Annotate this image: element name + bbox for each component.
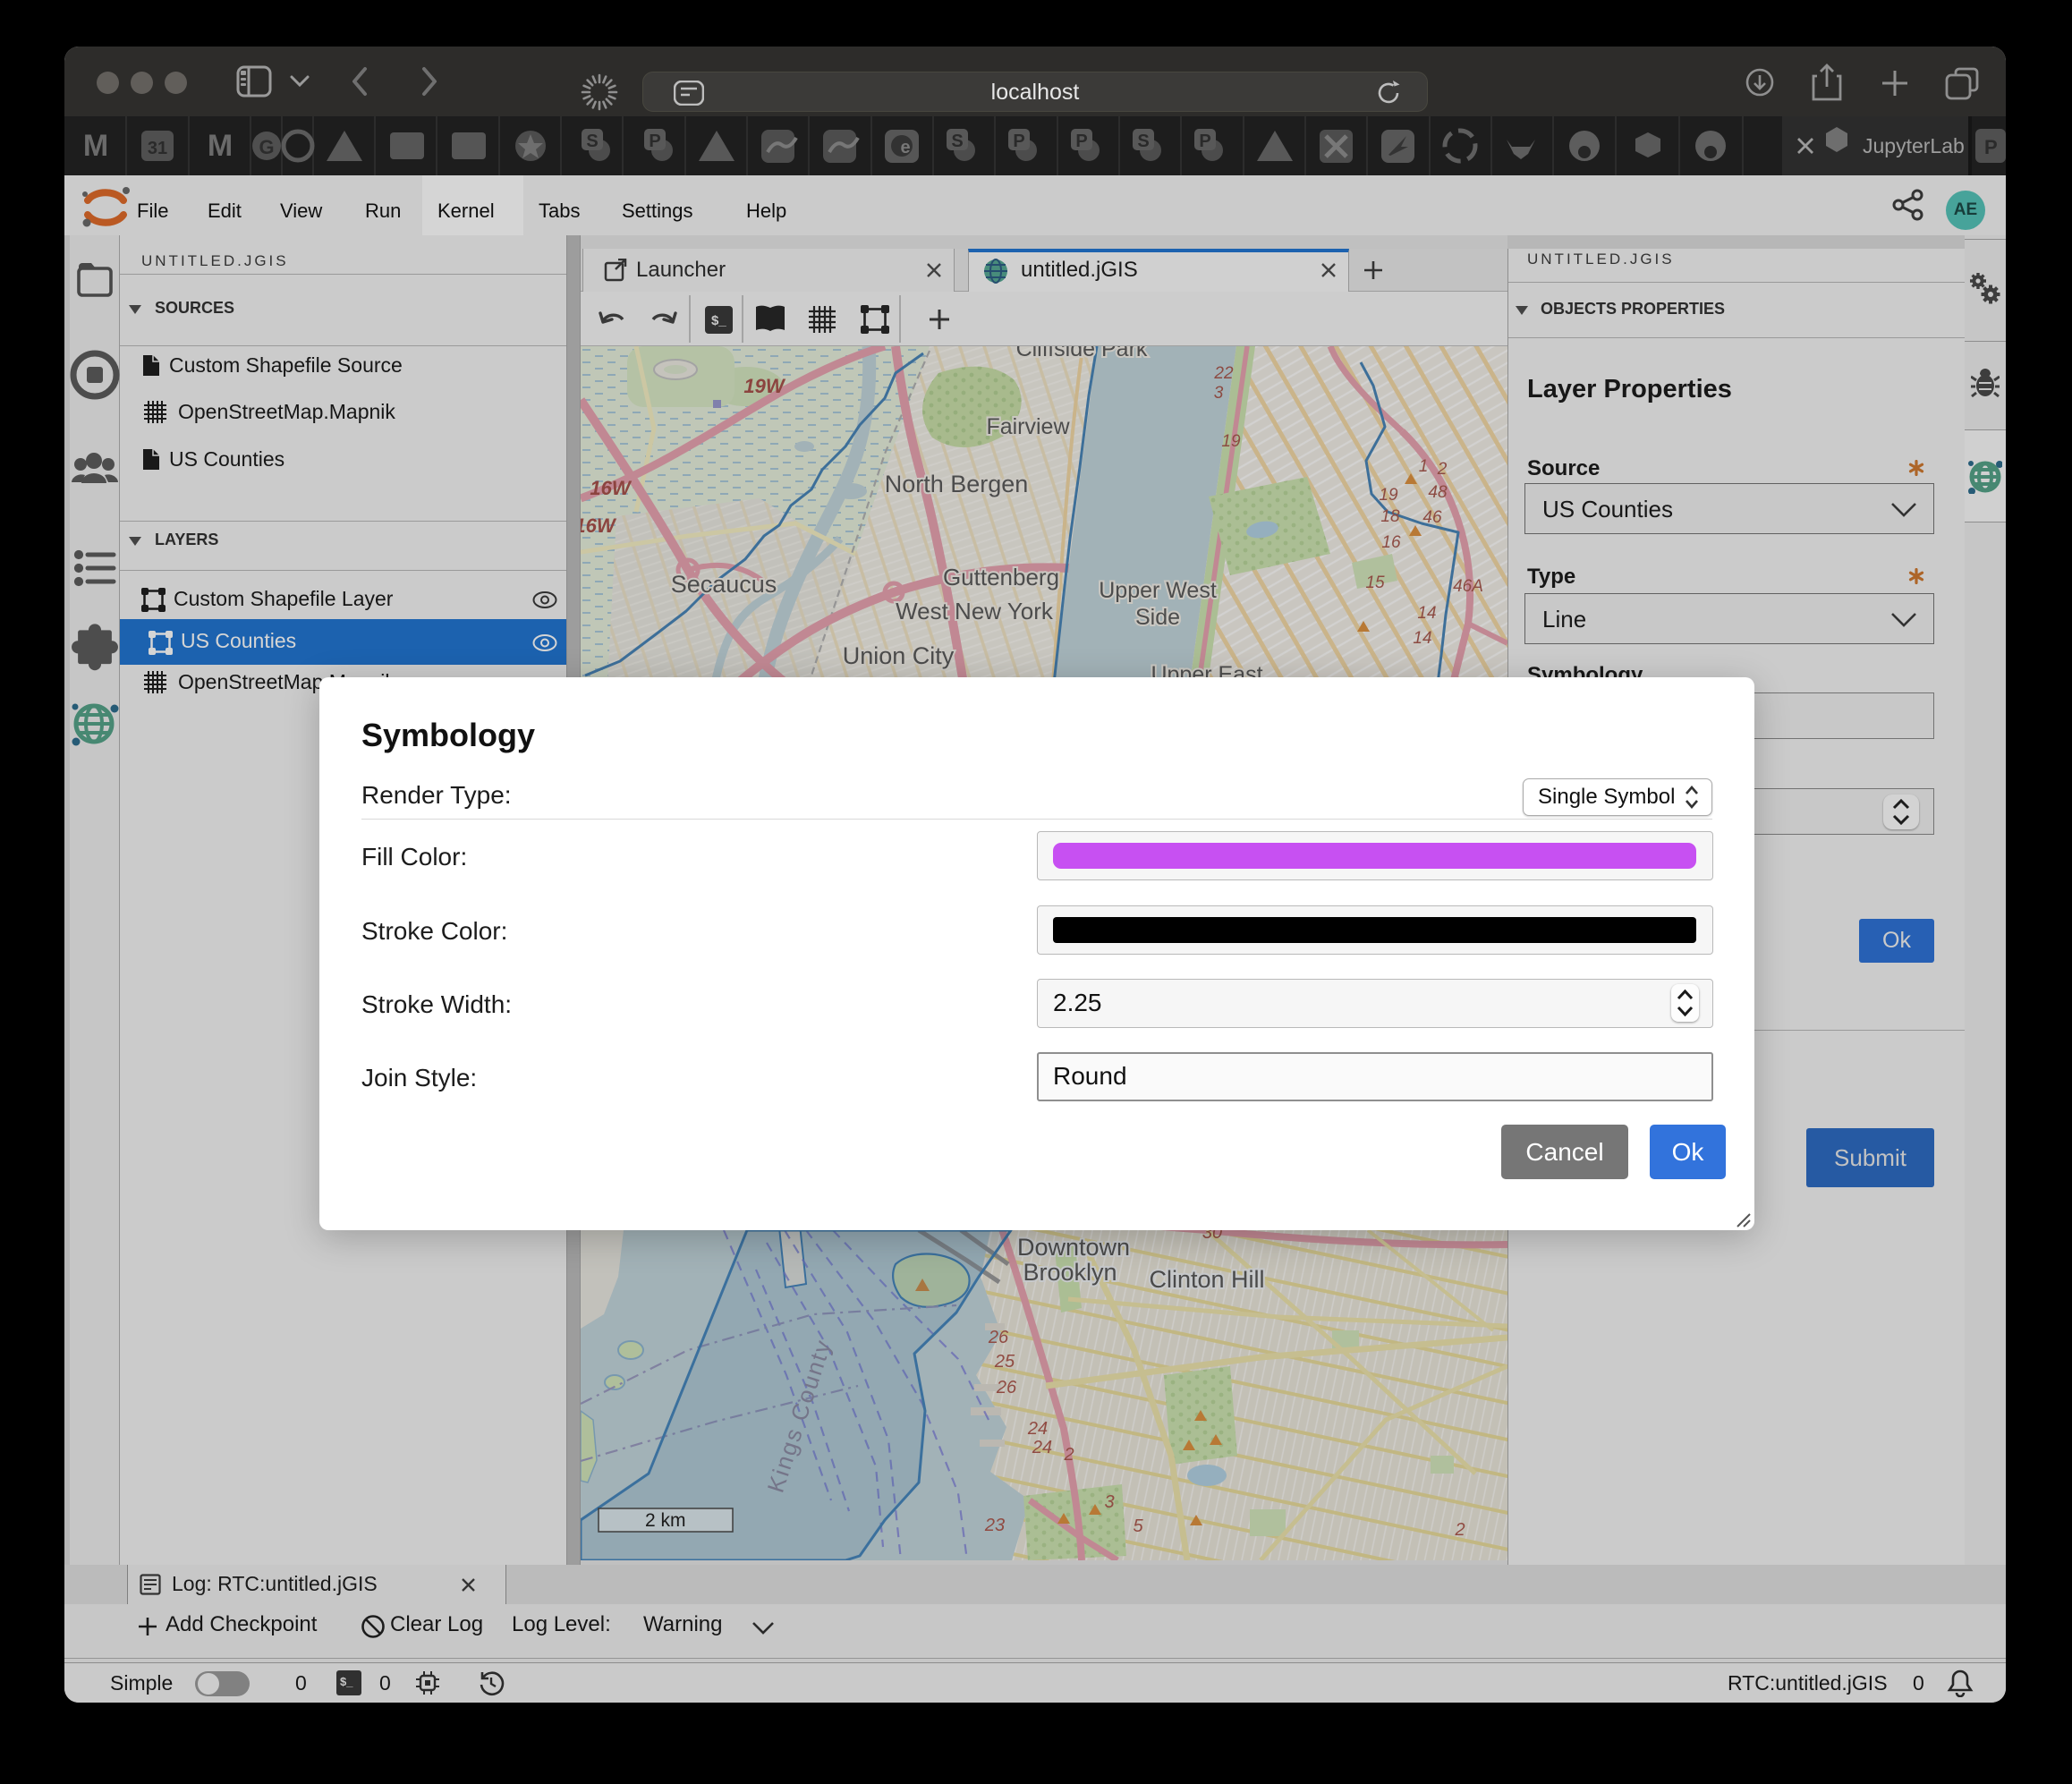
svg-text:e: e (900, 138, 910, 157)
svg-text:P: P (1075, 132, 1087, 151)
svg-text:S: S (586, 132, 598, 151)
svg-text:JupyterLab: JupyterLab (1863, 134, 1965, 157)
svg-text:M: M (83, 129, 108, 163)
svg-text:P: P (1984, 136, 1998, 158)
svg-text:P: P (649, 132, 660, 151)
svg-text:S: S (951, 132, 963, 151)
svg-text:S: S (1137, 132, 1149, 151)
svg-text:G: G (259, 136, 274, 158)
svg-text:P: P (1199, 132, 1210, 151)
svg-text:P: P (1013, 132, 1024, 151)
svg-text:M: M (208, 129, 233, 163)
svg-text:31: 31 (148, 139, 167, 158)
